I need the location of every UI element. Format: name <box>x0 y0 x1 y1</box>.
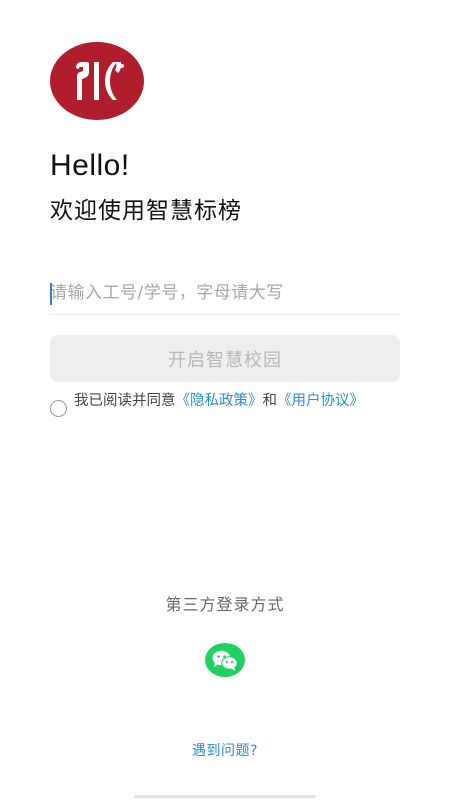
user-agreement-link[interactable]: 《用户协议》 <box>277 393 364 409</box>
school-emblem-icon <box>50 42 144 120</box>
agreement-checkbox[interactable] <box>50 400 67 417</box>
account-input[interactable] <box>50 274 400 312</box>
agreement-prefix: 我已阅读并同意 <box>74 393 176 409</box>
agreement-row: 我已阅读并同意《隐私政策》和《用户协议》 <box>50 393 390 417</box>
text-caret <box>50 283 52 305</box>
agreement-and: 和 <box>262 393 278 409</box>
agreement-text: 我已阅读并同意《隐私政策》和《用户协议》 <box>74 393 386 410</box>
login-screen: Hello! 欢迎使用智慧标榜 开启智慧校园 我已阅读并同意《隐私政策》和《用户… <box>0 0 450 800</box>
welcome-subtitle: 欢迎使用智慧标榜 <box>50 198 242 224</box>
wechat-icon <box>212 650 238 671</box>
third-party-login-title: 第三方登录方式 <box>165 595 285 614</box>
account-field-wrapper <box>50 274 400 315</box>
hello-heading: Hello! <box>50 149 130 182</box>
open-campus-button[interactable]: 开启智慧校园 <box>50 335 400 382</box>
home-indicator <box>134 795 316 798</box>
wechat-login-button[interactable] <box>205 643 245 677</box>
privacy-policy-link[interactable]: 《隐私政策》 <box>176 393 263 409</box>
help-link[interactable]: 遇到问题? <box>0 740 450 760</box>
